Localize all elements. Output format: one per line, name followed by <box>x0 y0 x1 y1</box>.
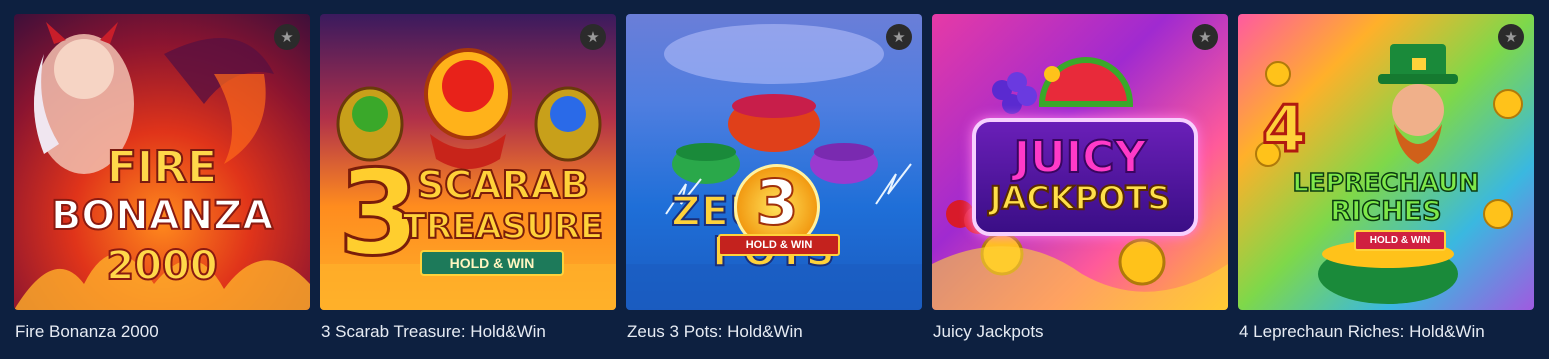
hold-win-badge: HOLD & WIN <box>1354 230 1446 251</box>
logo-line-3: 2000 <box>105 243 218 289</box>
game-thumbnail[interactable]: 3 SCARAB TREASURE HOLD & WIN ★ <box>320 14 616 310</box>
game-card-zeus-3-pots[interactable]: ZEUS POTS 3 HOLD & WIN ★ Zeus 3 Pots: Ho… <box>626 14 922 344</box>
game-title[interactable]: Fire Bonanza 2000 <box>15 322 159 342</box>
favorite-star-icon[interactable]: ★ <box>1192 24 1218 50</box>
game-title[interactable]: Zeus 3 Pots: Hold&Win <box>627 322 803 342</box>
game-card-3-scarab-treasure[interactable]: 3 SCARAB TREASURE HOLD & WIN ★ 3 Scarab … <box>320 14 616 344</box>
favorite-star-icon[interactable]: ★ <box>274 24 300 50</box>
logo-number: 3 <box>754 166 799 239</box>
hold-win-badge: HOLD & WIN <box>718 234 840 256</box>
logo-line-2: TREASURE <box>402 207 604 247</box>
game-title[interactable]: 4 Leprechaun Riches: Hold&Win <box>1239 322 1485 342</box>
game-card-fire-bonanza-2000[interactable]: FIRE BONANZA 2000 ★ Fire Bonanza 2000 <box>14 14 310 344</box>
logo-line-1: JUICY <box>1013 132 1148 183</box>
game-title[interactable]: Juicy Jackpots <box>933 322 1044 342</box>
logo-line-2: RICHES <box>1330 196 1443 227</box>
game-thumbnail[interactable]: FIRE BONANZA 2000 ★ <box>14 14 310 310</box>
logo-line-1: LEPRECHAUN <box>1292 168 1480 197</box>
game-thumbnail[interactable]: ZEUS POTS 3 HOLD & WIN ★ <box>626 14 922 310</box>
games-grid: FIRE BONANZA 2000 ★ Fire Bonanza 2000 3 … <box>14 14 1534 344</box>
game-card-4-leprechaun-riches[interactable]: 4 LEPRECHAUN RICHES HOLD & WIN ★ 4 Lepre… <box>1238 14 1534 344</box>
game-thumbnail[interactable]: JUICY JACKPOTS ★ <box>932 14 1228 310</box>
logo-line-2: BONANZA <box>50 193 274 239</box>
logo-number: 4 <box>1261 93 1309 167</box>
game-card-juicy-jackpots[interactable]: JUICY JACKPOTS ★ Juicy Jackpots <box>932 14 1228 344</box>
hold-win-badge: HOLD & WIN <box>420 250 564 276</box>
favorite-star-icon[interactable]: ★ <box>886 24 912 50</box>
favorite-star-icon[interactable]: ★ <box>1498 24 1524 50</box>
favorite-star-icon[interactable]: ★ <box>580 24 606 50</box>
logo-line-2: JACKPOTS <box>989 179 1171 217</box>
game-thumbnail[interactable]: 4 LEPRECHAUN RICHES HOLD & WIN ★ <box>1238 14 1534 310</box>
logo-line-1: FIRE <box>106 142 218 193</box>
game-title[interactable]: 3 Scarab Treasure: Hold&Win <box>321 322 546 342</box>
logo-line-1: SCARAB <box>416 163 590 207</box>
